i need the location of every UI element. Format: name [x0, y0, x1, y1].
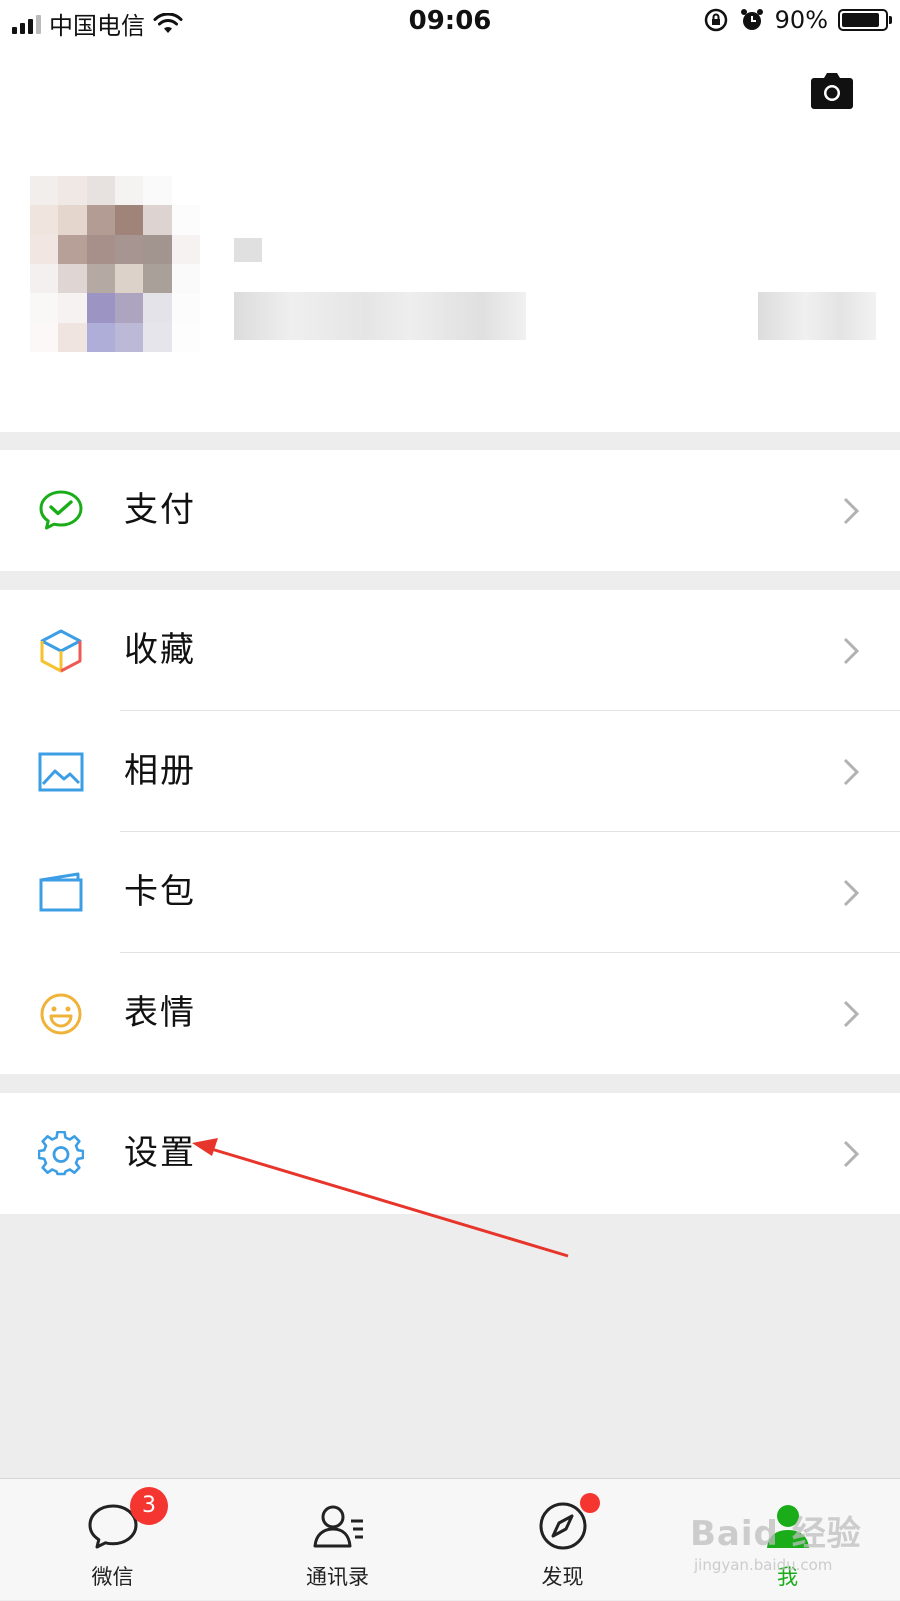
avatar-pixel	[58, 322, 87, 352]
avatar-pixel	[143, 176, 172, 206]
menu-label-album: 相册	[124, 751, 196, 791]
tab-discover[interactable]: 发现	[450, 1479, 675, 1601]
avatar-pixel	[30, 234, 59, 264]
avatar-pixel	[86, 205, 115, 235]
avatar-pixel	[143, 234, 172, 264]
avatar-pixel	[115, 176, 144, 206]
alarm-icon	[740, 9, 763, 30]
avatar-pixel	[171, 264, 200, 294]
menu-item-album[interactable]: 相册	[0, 711, 900, 832]
sticker-smile-icon	[40, 993, 82, 1035]
wechat-id-blurred	[234, 292, 526, 340]
avatar-pixel	[30, 205, 59, 235]
tab-bar: 3 微信 通讯录 发现 我	[0, 1478, 900, 1600]
tab-label-chats: 微信	[91, 1565, 134, 1589]
avatar-pixel	[171, 234, 200, 264]
menu-item-cards[interactable]: 卡包	[0, 832, 900, 953]
battery-percent: 90%	[774, 6, 828, 34]
tab-label-contacts: 通讯录	[306, 1565, 369, 1589]
avatar-pixel	[171, 293, 200, 323]
menu-item-favorites[interactable]: 收藏	[0, 590, 900, 711]
rotation-lock-icon	[704, 8, 727, 32]
avatar-pixel	[86, 176, 115, 206]
avatar-pixel	[115, 264, 144, 294]
menu-label-settings: 设置	[124, 1133, 196, 1173]
menu-label-pay: 支付	[124, 490, 196, 530]
menu-group-main: 收藏 相册 卡包 表情	[0, 590, 900, 1074]
avatar-pixel	[86, 322, 115, 352]
menu-item-pay[interactable]: 支付	[0, 450, 900, 571]
contacts-icon	[313, 1505, 363, 1548]
unread-badge: 3	[130, 1487, 168, 1525]
battery-icon	[838, 9, 892, 31]
menu-item-settings[interactable]: 设置	[0, 1093, 900, 1214]
new-activity-dot	[580, 1493, 600, 1513]
chevron-right-icon	[843, 758, 860, 786]
tab-label-me: 我	[777, 1565, 798, 1589]
nickname-blurred	[234, 238, 262, 262]
avatar-pixel	[143, 293, 172, 323]
avatar-pixel	[86, 264, 115, 294]
settings-gear-icon	[38, 1131, 84, 1176]
card-wallet-icon	[39, 872, 83, 912]
menu-label-cards: 卡包	[124, 872, 196, 912]
avatar-pixel	[171, 176, 200, 206]
chevron-right-icon	[843, 1140, 860, 1168]
tab-contacts[interactable]: 通讯录	[225, 1479, 450, 1601]
avatar-pixel	[30, 322, 59, 352]
chevron-right-icon	[843, 1000, 860, 1028]
avatar-pixel	[30, 176, 59, 206]
status-bar: 中国电信 09:06 90%	[0, 0, 900, 46]
album-icon	[38, 752, 84, 792]
menu-label-favorites: 收藏	[124, 630, 196, 670]
menu-group-settings: 设置	[0, 1093, 900, 1214]
avatar-pixel	[86, 234, 115, 264]
avatar-pixel	[115, 293, 144, 323]
avatar-pixel	[115, 234, 144, 264]
tab-label-discover: 发现	[541, 1565, 584, 1589]
me-icon	[766, 1505, 809, 1548]
camera-icon[interactable]	[810, 72, 854, 112]
avatar-pixel	[58, 264, 87, 294]
wechat-pay-icon	[39, 490, 83, 530]
avatar-pixel	[58, 293, 87, 323]
avatar-pixel	[115, 322, 144, 352]
profile-header[interactable]	[0, 46, 900, 432]
avatar-pixel	[58, 234, 87, 264]
avatar-pixel	[86, 293, 115, 323]
avatar-pixel	[143, 322, 172, 352]
avatar-pixel	[115, 205, 144, 235]
qr-code-blurred[interactable]	[758, 292, 876, 340]
tab-me[interactable]: 我	[675, 1479, 900, 1601]
chevron-right-icon	[843, 879, 860, 907]
avatar-pixel	[58, 176, 87, 206]
avatar-pixel	[171, 322, 200, 352]
avatar-pixel	[143, 264, 172, 294]
avatar-pixel	[171, 205, 200, 235]
avatar-pixel	[143, 205, 172, 235]
avatar-pixel	[30, 293, 59, 323]
tab-chats[interactable]: 3 微信	[0, 1479, 225, 1601]
avatar-pixel	[30, 264, 59, 294]
menu-group-pay: 支付	[0, 450, 900, 571]
avatar[interactable]	[30, 176, 200, 352]
favorites-cube-icon	[40, 629, 82, 673]
avatar-pixel	[58, 205, 87, 235]
menu-item-stickers[interactable]: 表情	[0, 953, 900, 1074]
chevron-right-icon	[843, 637, 860, 665]
chevron-right-icon	[843, 497, 860, 525]
menu-label-stickers: 表情	[124, 993, 196, 1033]
status-bar-right: 90%	[703, 6, 892, 34]
